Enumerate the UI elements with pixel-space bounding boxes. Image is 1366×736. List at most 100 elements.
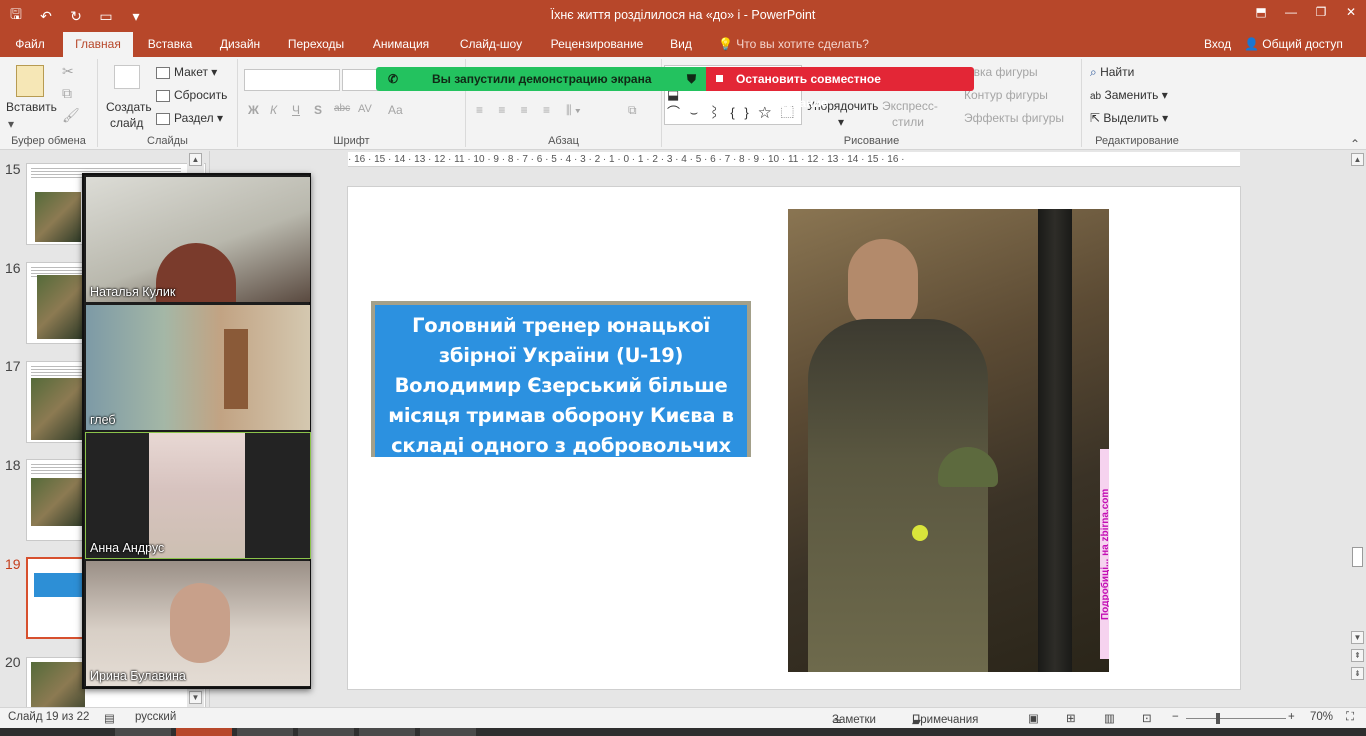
person-icon: 👤 — [1244, 37, 1259, 51]
slide-sorter-icon[interactable]: ⊞ — [1066, 711, 1076, 725]
taskbar-app[interactable] — [237, 728, 293, 736]
scrollbar-thumb[interactable] — [1352, 547, 1363, 567]
slideshow-view-icon[interactable]: ⊡ — [1142, 711, 1152, 725]
bold-button[interactable]: Ж — [248, 103, 259, 117]
minimize-icon[interactable]: — — [1276, 0, 1306, 24]
thumbnail-number: 18 — [5, 457, 21, 473]
smartart-icon[interactable]: ⧉ — [628, 103, 637, 118]
participant-tile[interactable]: Анна Андрус — [85, 432, 311, 559]
fit-to-window-icon[interactable]: ⛶ — [1346, 711, 1354, 724]
shape-outline-button[interactable]: Контур фигуры — [964, 88, 1048, 102]
arrange-dropdown-icon[interactable]: ▾ — [838, 115, 844, 129]
zoom-level[interactable]: 70% — [1310, 711, 1333, 723]
replace-button[interactable]: ab Заменить ▾ — [1090, 88, 1168, 102]
spellcheck-icon[interactable]: ▤ — [104, 711, 115, 725]
slide-photo[interactable]: Подробиці... на zbirna.com — [788, 209, 1109, 672]
previous-slide-icon[interactable]: ⇞ — [1351, 649, 1364, 662]
next-slide-icon[interactable]: ⇟ — [1351, 667, 1364, 680]
layout-button[interactable]: Макет ▾ — [156, 65, 217, 79]
paste-button[interactable]: Вставить — [6, 100, 57, 114]
ribbon-tabs: Файл Главная Вставка Дизайн Переходы Ани… — [0, 32, 1366, 57]
tab-slideshow[interactable]: Слайд-шоу — [450, 32, 532, 57]
change-case-button[interactable]: Aa — [388, 103, 403, 117]
paste-dropdown-icon[interactable]: ▾ — [8, 117, 14, 131]
caption-image[interactable]: Головний тренер юнацької збірної України… — [371, 301, 751, 457]
clipboard-group-label: Буфер обмена — [11, 135, 86, 147]
language-indicator[interactable]: русский — [135, 711, 176, 723]
zoom-out-icon[interactable]: − — [1172, 711, 1179, 723]
tab-review[interactable]: Рецензирование — [542, 32, 652, 57]
taskbar-app[interactable] — [298, 728, 354, 736]
character-spacing-button[interactable]: AV — [358, 103, 372, 115]
taskbar-app[interactable] — [420, 728, 476, 736]
tab-insert[interactable]: Вставка — [138, 32, 202, 57]
scroll-down-icon[interactable]: ▼ — [189, 691, 202, 704]
shape-effects-button[interactable]: Эффекты фигуры — [964, 111, 1064, 125]
participant-tile[interactable]: глеб — [86, 305, 310, 430]
tab-file[interactable]: Файл — [0, 32, 60, 57]
scroll-down-icon[interactable]: ▼ — [1351, 631, 1364, 644]
quick-styles-button-line2[interactable]: стили — [892, 115, 924, 129]
underline-button[interactable]: Ч — [292, 103, 300, 117]
taskbar-app[interactable] — [115, 728, 171, 736]
tab-design[interactable]: Дизайн — [210, 32, 270, 57]
participant-name: Ирина Булавина — [90, 669, 186, 683]
thumbnail-number: 19 — [5, 556, 21, 572]
scroll-up-icon[interactable]: ▲ — [1351, 153, 1364, 166]
share-button[interactable]: 👤 Общий доступ — [1244, 32, 1343, 57]
close-icon[interactable]: ✕ — [1336, 0, 1366, 24]
tell-me-search[interactable]: 💡 Что вы хотите сделать? — [718, 32, 869, 57]
font-size-input[interactable] — [342, 69, 378, 91]
select-button[interactable]: ⇱ Выделить ▾ — [1090, 111, 1168, 125]
shadow-button[interactable]: S — [314, 103, 322, 117]
font-group-label: Шрифт — [333, 135, 370, 147]
stop-icon — [716, 75, 723, 82]
thumbnail-image — [31, 478, 83, 526]
normal-view-icon[interactable]: ▣ — [1028, 711, 1039, 725]
font-name-input[interactable] — [244, 69, 340, 91]
slide-counter: Слайд 19 из 22 — [8, 711, 90, 723]
collapse-ribbon-icon[interactable]: ⌃ — [1350, 137, 1360, 151]
participant-tile[interactable]: Ирина Булавина — [86, 561, 310, 686]
taskbar — [0, 728, 1366, 736]
replace-icon: ab — [1090, 91, 1102, 102]
ribbon-display-options-icon[interactable]: ⬒ — [1246, 0, 1276, 24]
new-slide-button[interactable]: Создать — [106, 100, 152, 114]
find-button[interactable]: ⌕ Найти — [1090, 65, 1134, 80]
participant-tile[interactable]: Наталья Кулик — [86, 177, 310, 302]
new-slide-button-line2[interactable]: слайд — [110, 116, 143, 130]
slides-group: Создать слайд Макет ▾ Сбросить Раздел ▾ … — [98, 59, 238, 147]
participant-video — [170, 583, 230, 663]
reset-icon — [156, 89, 170, 102]
copy-icon[interactable]: ⧉ — [62, 85, 72, 102]
reading-view-icon[interactable]: ▥ — [1104, 711, 1115, 725]
cut-icon[interactable]: ✂ — [62, 63, 74, 80]
tab-home[interactable]: Главная — [63, 32, 133, 57]
sign-in-link[interactable]: Вход — [1204, 32, 1231, 57]
photo-rifle — [1038, 209, 1072, 672]
stop-share-button[interactable]: Остановить совместное использование — [706, 67, 974, 110]
format-painter-icon[interactable]: 🖌 — [62, 107, 80, 124]
zoom-in-icon[interactable]: + — [1288, 711, 1295, 723]
editing-group-label: Редактирование — [1095, 135, 1179, 147]
tab-animation[interactable]: Анимация — [362, 32, 440, 57]
taskbar-app[interactable] — [359, 728, 415, 736]
strikethrough-button[interactable]: abc — [334, 103, 350, 114]
italic-button[interactable]: К — [270, 103, 277, 117]
slide-scrollbar[interactable]: ▲ ▼ ⇞ ⇟ — [1349, 151, 1366, 707]
alignment-buttons[interactable]: ≡ ≡ ≡ ≡ — [476, 103, 556, 117]
drawing-group-label: Рисование — [843, 135, 900, 147]
tab-transitions[interactable]: Переходы — [280, 32, 352, 57]
section-button[interactable]: Раздел ▾ — [156, 111, 223, 125]
zoom-slider-knob[interactable] — [1216, 713, 1220, 724]
zoom-slider[interactable] — [1186, 718, 1286, 719]
maximize-icon[interactable]: ❐ — [1306, 0, 1336, 24]
paragraph-group-label: Абзац — [548, 135, 579, 147]
taskbar-app[interactable] — [176, 728, 232, 736]
thumbnail-image — [31, 378, 83, 440]
cursor-icon: ⇱ — [1090, 111, 1101, 125]
tab-view[interactable]: Вид — [660, 32, 702, 57]
columns-icon[interactable]: ⫼ ▾ — [566, 103, 581, 118]
reset-button[interactable]: Сбросить — [156, 88, 227, 102]
scroll-up-icon[interactable]: ▲ — [189, 153, 202, 166]
